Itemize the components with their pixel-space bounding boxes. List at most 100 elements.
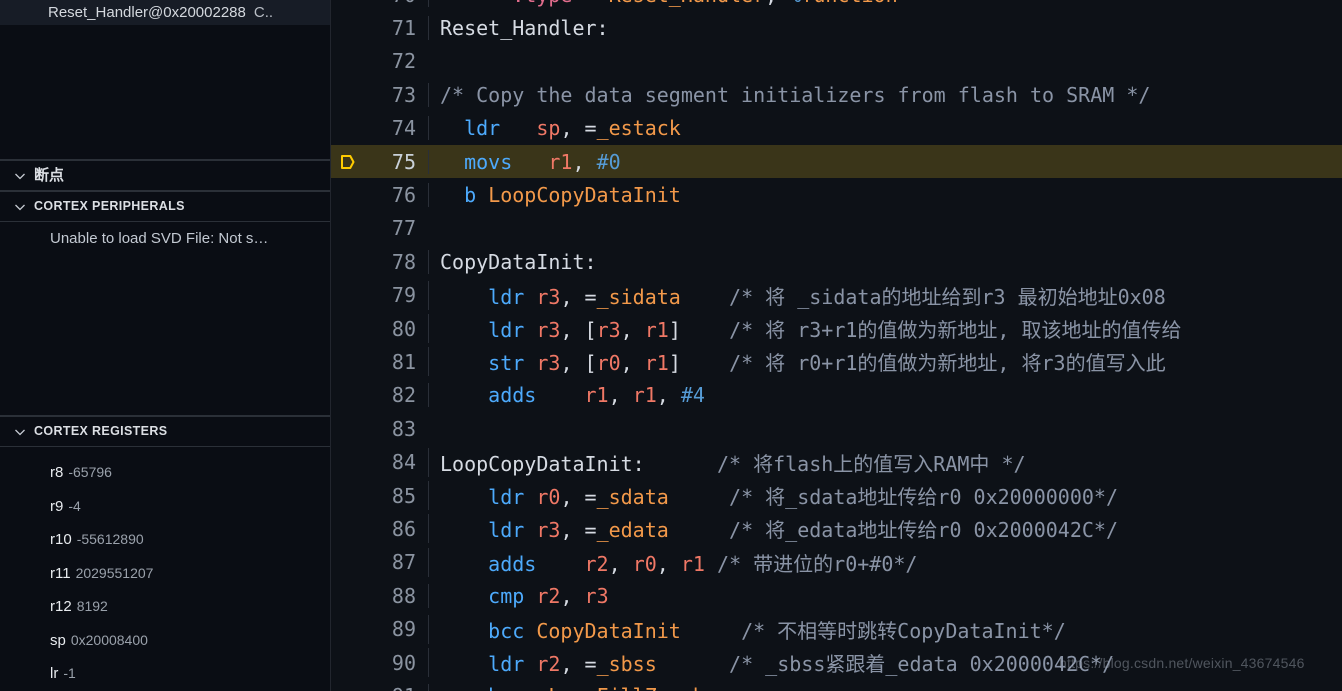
code-line[interactable]: 86 ldr r3, =_edata /* 将_edata地址传给r0 0x20… — [331, 512, 1342, 545]
code-token: _sbss — [596, 652, 657, 676]
register-row[interactable]: r10 -55612890 — [0, 523, 330, 557]
line-gutter[interactable]: 77 — [331, 212, 428, 245]
register-row[interactable]: r11 2029551207 — [0, 557, 330, 591]
line-gutter[interactable]: 73 — [331, 78, 428, 111]
line-gutter[interactable]: 87 — [331, 546, 428, 579]
section-header-breakpoints[interactable]: 断点 — [0, 160, 330, 191]
register-name: sp — [50, 631, 66, 649]
line-gutter[interactable]: 79 — [331, 279, 428, 312]
line-gutter[interactable]: 78 — [331, 245, 428, 278]
code-line[interactable]: 73 /* Copy the data segment initializers … — [331, 78, 1342, 111]
line-gutter[interactable]: 89 — [331, 612, 428, 645]
code-line[interactable]: 78 CopyDataInit: — [331, 245, 1342, 278]
register-row[interactable]: sp 0x20008400 — [0, 624, 330, 658]
line-gutter[interactable]: 74 — [331, 112, 428, 145]
code-token: r3 — [584, 583, 609, 608]
code-token: ldr — [488, 652, 525, 676]
debug-stackframe-arrow-icon — [337, 152, 357, 172]
code-token: , — [620, 351, 645, 376]
line-gutter[interactable]: 90 — [331, 646, 428, 679]
code-token: sp — [536, 116, 561, 141]
code-line[interactable]: 77 — [331, 212, 1342, 245]
indent-guide — [428, 514, 429, 544]
line-gutter[interactable]: 72 — [331, 45, 428, 78]
code-line[interactable]: 74 ldr sp, =_estack — [331, 112, 1342, 145]
code-line[interactable]: 87 adds r2, r0, r1 /* 带进位的r0+#0*/ — [331, 546, 1342, 579]
line-number: 84 — [391, 450, 416, 475]
call-stack-frame-extra: C.. — [253, 4, 274, 21]
code-line-text: ldr r3, [r3, r1] /* 将 r3+r1的值做为新地址, 取该地址… — [428, 314, 1342, 344]
line-number: 88 — [391, 583, 416, 608]
indent-guide — [428, 481, 429, 511]
line-gutter[interactable]: 88 — [331, 579, 428, 612]
code-line-text: Reset_Handler: — [428, 16, 1342, 41]
line-gutter[interactable]: 75 — [331, 145, 428, 178]
register-value: -4 — [68, 497, 81, 514]
code-token: #4 — [680, 383, 705, 408]
indent-guide — [428, 683, 429, 691]
call-stack-frame[interactable]: Reset_Handler@0x20002288 C.. — [0, 0, 330, 25]
cortex-peripherals-body: Unable to load SVD File: Not s… — [0, 222, 330, 416]
line-gutter[interactable]: 80 — [331, 312, 428, 345]
code-token: , — [620, 318, 645, 343]
section-title-cortex-registers: CORTEX REGISTERS — [34, 424, 168, 438]
line-number: 72 — [391, 49, 416, 74]
code-line[interactable]: 88 cmp r2, r3 — [331, 579, 1342, 612]
line-number: 77 — [391, 216, 416, 241]
code-line[interactable]: 84 LoopCopyDataInit: /* 将flash上的值写入RAM中 *… — [331, 445, 1342, 478]
code-line[interactable]: 82 adds r1, r1, #4 — [331, 379, 1342, 412]
code-line[interactable]: 72 — [331, 45, 1342, 78]
code-token: r0 — [536, 485, 561, 510]
line-gutter[interactable]: 71 — [331, 11, 428, 44]
code-line[interactable]: 83 — [331, 412, 1342, 445]
register-row[interactable]: r9 -4 — [0, 490, 330, 524]
code-line[interactable]: 80 ldr r3, [r3, r1] /* 将 r3+r1的值做为新地址, 取… — [331, 312, 1342, 345]
code-line[interactable]: 90 ldr r2, =_sbss /* _sbss紧跟着_edata 0x20… — [331, 646, 1342, 679]
register-row[interactable]: r8 -65796 — [0, 456, 330, 490]
code-token: r1 — [584, 383, 609, 408]
code-token: /* _sbss紧跟着_edata 0x2000042C*/ — [729, 652, 1115, 676]
code-line[interactable]: 70 .type Reset_Handler, %function — [331, 0, 1342, 11]
code-line[interactable]: 85 ldr r0, =_sdata /* 将_sdata地址传给r0 0x20… — [331, 479, 1342, 512]
line-number: 89 — [391, 617, 416, 642]
line-number: 81 — [391, 349, 416, 374]
code-token: Reset_Handler — [609, 0, 766, 7]
code-line[interactable]: 75 movs r1, #0 — [331, 144, 1342, 179]
line-gutter[interactable]: 70 — [331, 0, 428, 11]
code-line[interactable]: 71 Reset_Handler: — [331, 11, 1342, 44]
line-gutter[interactable]: 91 — [331, 679, 428, 691]
line-gutter[interactable]: 76 — [331, 178, 428, 211]
line-gutter[interactable]: 85 — [331, 479, 428, 512]
code-editor[interactable]: 70 .type Reset_Handler, %function 71 Reset… — [331, 0, 1342, 691]
line-gutter[interactable]: 86 — [331, 512, 428, 545]
register-row[interactable]: r12 8192 — [0, 590, 330, 624]
section-header-cortex-registers[interactable]: CORTEX REGISTERS — [0, 416, 330, 447]
debug-view: Reset_Handler@0x20002288 C.. 断点 CORTEX PE… — [0, 0, 1342, 691]
code-token: r2 — [536, 583, 561, 608]
line-gutter[interactable]: 82 — [331, 379, 428, 412]
line-gutter[interactable]: 84 — [331, 445, 428, 478]
code-token: LoopCopyDataInit — [488, 183, 681, 208]
code-line[interactable]: 76 b LoopCopyDataInit — [331, 178, 1342, 211]
register-row[interactable]: lr -1 — [0, 657, 330, 691]
code-line[interactable]: 89 bcc CopyDataInit /* 不相等时跳转CopyDataIni… — [331, 612, 1342, 645]
code-line[interactable]: 81 str r3, [r0, r1] /* 将 r0+r1的值做为新地址, 将… — [331, 345, 1342, 378]
line-gutter[interactable]: 81 — [331, 345, 428, 378]
section-header-cortex-peripherals[interactable]: CORTEX PERIPHERALS — [0, 191, 330, 222]
code-line[interactable]: 79 ldr r3, =_sidata /* 将 _sidata的地址给到r3 … — [331, 279, 1342, 312]
code-token: movs — [464, 149, 513, 174]
code-token: , = — [560, 116, 597, 141]
line-gutter[interactable]: 83 — [331, 412, 428, 445]
code-token: _edata — [596, 518, 669, 543]
code-line[interactable]: 91 b LoopFillZerobss — [331, 679, 1342, 691]
